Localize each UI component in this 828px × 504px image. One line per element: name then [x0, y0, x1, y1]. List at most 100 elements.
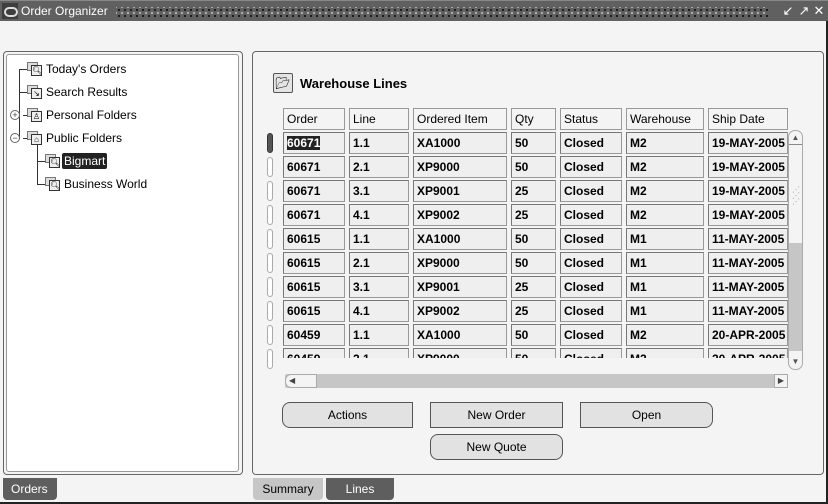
row-selector[interactable]	[267, 229, 273, 249]
table-cell-status[interactable]: Closed	[560, 276, 622, 298]
horizontal-scrollbar[interactable]: ◀ ▶	[285, 374, 788, 388]
row-selector[interactable]	[267, 325, 273, 345]
column-header[interactable]: Status	[560, 108, 622, 130]
expand-icon[interactable]: +	[10, 110, 20, 120]
table-cell-qty[interactable]: 50	[511, 324, 556, 346]
table-cell-order[interactable]: 60671	[283, 132, 345, 154]
table-cell-qty[interactable]: 25	[511, 204, 556, 226]
actions-button[interactable]: Actions	[282, 402, 413, 428]
table-cell-line[interactable]: 1.1	[349, 132, 409, 154]
collapse-icon[interactable]: −	[10, 133, 20, 143]
tree-item-business-world[interactable]: 🔍︎ Business World	[45, 175, 149, 193]
table-cell-ordered-item[interactable]: XP9000	[413, 252, 507, 274]
row-selector[interactable]	[267, 181, 273, 201]
table-cell-status[interactable]: Closed	[560, 180, 622, 202]
table-cell-ship-date[interactable]: 19-MAY-2005	[708, 132, 788, 154]
table-cell-qty[interactable]: 25	[511, 276, 556, 298]
table-cell-order[interactable]: 60671	[283, 204, 345, 226]
table-cell-ordered-item[interactable]: XP9001	[413, 180, 507, 202]
tree-item-public-folders[interactable]: ⌂ Public Folders	[27, 129, 124, 147]
maximize-icon[interactable]: ↗	[796, 3, 812, 19]
table-cell-ship-date[interactable]: 11-MAY-2005	[708, 228, 788, 250]
tab-lines[interactable]: Lines	[326, 478, 394, 500]
table-cell-order[interactable]: 60671	[283, 180, 345, 202]
oracle-ring-icon[interactable]	[2, 3, 18, 19]
table-cell-warehouse[interactable]: M1	[626, 300, 704, 322]
table-cell-status[interactable]: Closed	[560, 300, 622, 322]
scrollbar-thumb[interactable]	[789, 243, 802, 351]
table-cell-order[interactable]: 60459	[283, 324, 345, 346]
table-cell-qty[interactable]: 50	[511, 228, 556, 250]
table-cell-status[interactable]: Closed	[560, 348, 622, 358]
scroll-up-icon[interactable]: ▲	[789, 131, 802, 145]
table-cell-qty[interactable]: 50	[511, 156, 556, 178]
column-header[interactable]: Ordered Item	[413, 108, 507, 130]
table-cell-status[interactable]: Closed	[560, 132, 622, 154]
table-cell-ship-date[interactable]: 19-MAY-2005	[708, 204, 788, 226]
window-titlebar[interactable]: Order Organizer ↙ ↗ ✕	[0, 0, 828, 21]
table-cell-ordered-item[interactable]: XP9001	[413, 276, 507, 298]
tree-item-search-results[interactable]: ↘ Search Results	[27, 83, 129, 101]
open-button[interactable]: Open	[580, 402, 713, 428]
table-cell-line[interactable]: 4.1	[349, 204, 409, 226]
table-cell-warehouse[interactable]: M1	[626, 228, 704, 250]
table-cell-order[interactable]: 60615	[283, 276, 345, 298]
table-cell-line[interactable]: 2.1	[349, 348, 409, 358]
scroll-left-icon[interactable]: ◀	[285, 374, 317, 388]
table-cell-qty[interactable]: 25	[511, 180, 556, 202]
table-cell-status[interactable]: Closed	[560, 204, 622, 226]
table-cell-line[interactable]: 4.1	[349, 300, 409, 322]
minimize-icon[interactable]: ↙	[780, 3, 796, 19]
close-icon[interactable]: ✕	[811, 3, 827, 19]
row-selector[interactable]	[267, 205, 273, 225]
table-cell-order[interactable]: 60615	[283, 300, 345, 322]
table-cell-ordered-item[interactable]: XA1000	[413, 324, 507, 346]
table-cell-qty[interactable]: 50	[511, 132, 556, 154]
table-cell-order[interactable]: 60615	[283, 228, 345, 250]
table-cell-ship-date[interactable]: 20-APR-2005	[708, 348, 788, 358]
table-cell-ship-date[interactable]: 11-MAY-2005	[708, 252, 788, 274]
tree-item-personal-folders[interactable]: ♙ Personal Folders	[27, 106, 139, 124]
scroll-right-icon[interactable]: ▶	[774, 374, 788, 388]
new-order-button[interactable]: New Order	[430, 402, 563, 428]
table-cell-line[interactable]: 3.1	[349, 276, 409, 298]
table-cell-order[interactable]: 60671	[283, 156, 345, 178]
table-cell-warehouse[interactable]: M1	[626, 252, 704, 274]
table-cell-qty[interactable]: 50	[511, 348, 556, 358]
table-cell-qty[interactable]: 50	[511, 252, 556, 274]
table-cell-warehouse[interactable]: M2	[626, 132, 704, 154]
table-cell-order[interactable]: 60615	[283, 252, 345, 274]
table-cell-ordered-item[interactable]: XP9002	[413, 300, 507, 322]
table-cell-ship-date[interactable]: 11-MAY-2005	[708, 276, 788, 298]
table-cell-line[interactable]: 1.1	[349, 324, 409, 346]
column-header[interactable]: Qty	[511, 108, 556, 130]
table-cell-ordered-item[interactable]: XP9002	[413, 204, 507, 226]
table-cell-ship-date[interactable]: 20-APR-2005	[708, 324, 788, 346]
vertical-scrollbar[interactable]: ▲ ⋰ ⋰ ⋰ ▼	[788, 130, 803, 370]
table-cell-ship-date[interactable]: 11-MAY-2005	[708, 300, 788, 322]
titlebar-drag-grip[interactable]	[116, 7, 768, 17]
table-cell-status[interactable]: Closed	[560, 228, 622, 250]
column-header[interactable]: Order	[283, 108, 345, 130]
table-cell-ship-date[interactable]: 19-MAY-2005	[708, 180, 788, 202]
table-cell-line[interactable]: 2.1	[349, 252, 409, 274]
tree-item-todays-orders[interactable]: 🔍︎ Today's Orders	[27, 60, 128, 78]
column-header[interactable]: Line	[349, 108, 409, 130]
table-cell-line[interactable]: 1.1	[349, 228, 409, 250]
table-cell-warehouse[interactable]: M2	[626, 156, 704, 178]
row-selector[interactable]	[267, 277, 273, 297]
table-cell-warehouse[interactable]: M2	[626, 204, 704, 226]
tab-summary[interactable]: Summary	[253, 478, 323, 500]
table-cell-order[interactable]: 60459	[283, 348, 345, 358]
table-cell-ordered-item[interactable]: XP9000	[413, 156, 507, 178]
column-header[interactable]: Ship Date	[708, 108, 788, 130]
table-cell-warehouse[interactable]: M1	[626, 276, 704, 298]
row-selector[interactable]	[267, 349, 273, 369]
table-cell-line[interactable]: 3.1	[349, 180, 409, 202]
table-cell-status[interactable]: Closed	[560, 156, 622, 178]
new-quote-button[interactable]: New Quote	[430, 434, 563, 460]
table-cell-ordered-item[interactable]: XP9000	[413, 348, 507, 358]
table-cell-line[interactable]: 2.1	[349, 156, 409, 178]
column-header[interactable]: Warehouse	[626, 108, 704, 130]
table-cell-ordered-item[interactable]: XA1000	[413, 228, 507, 250]
